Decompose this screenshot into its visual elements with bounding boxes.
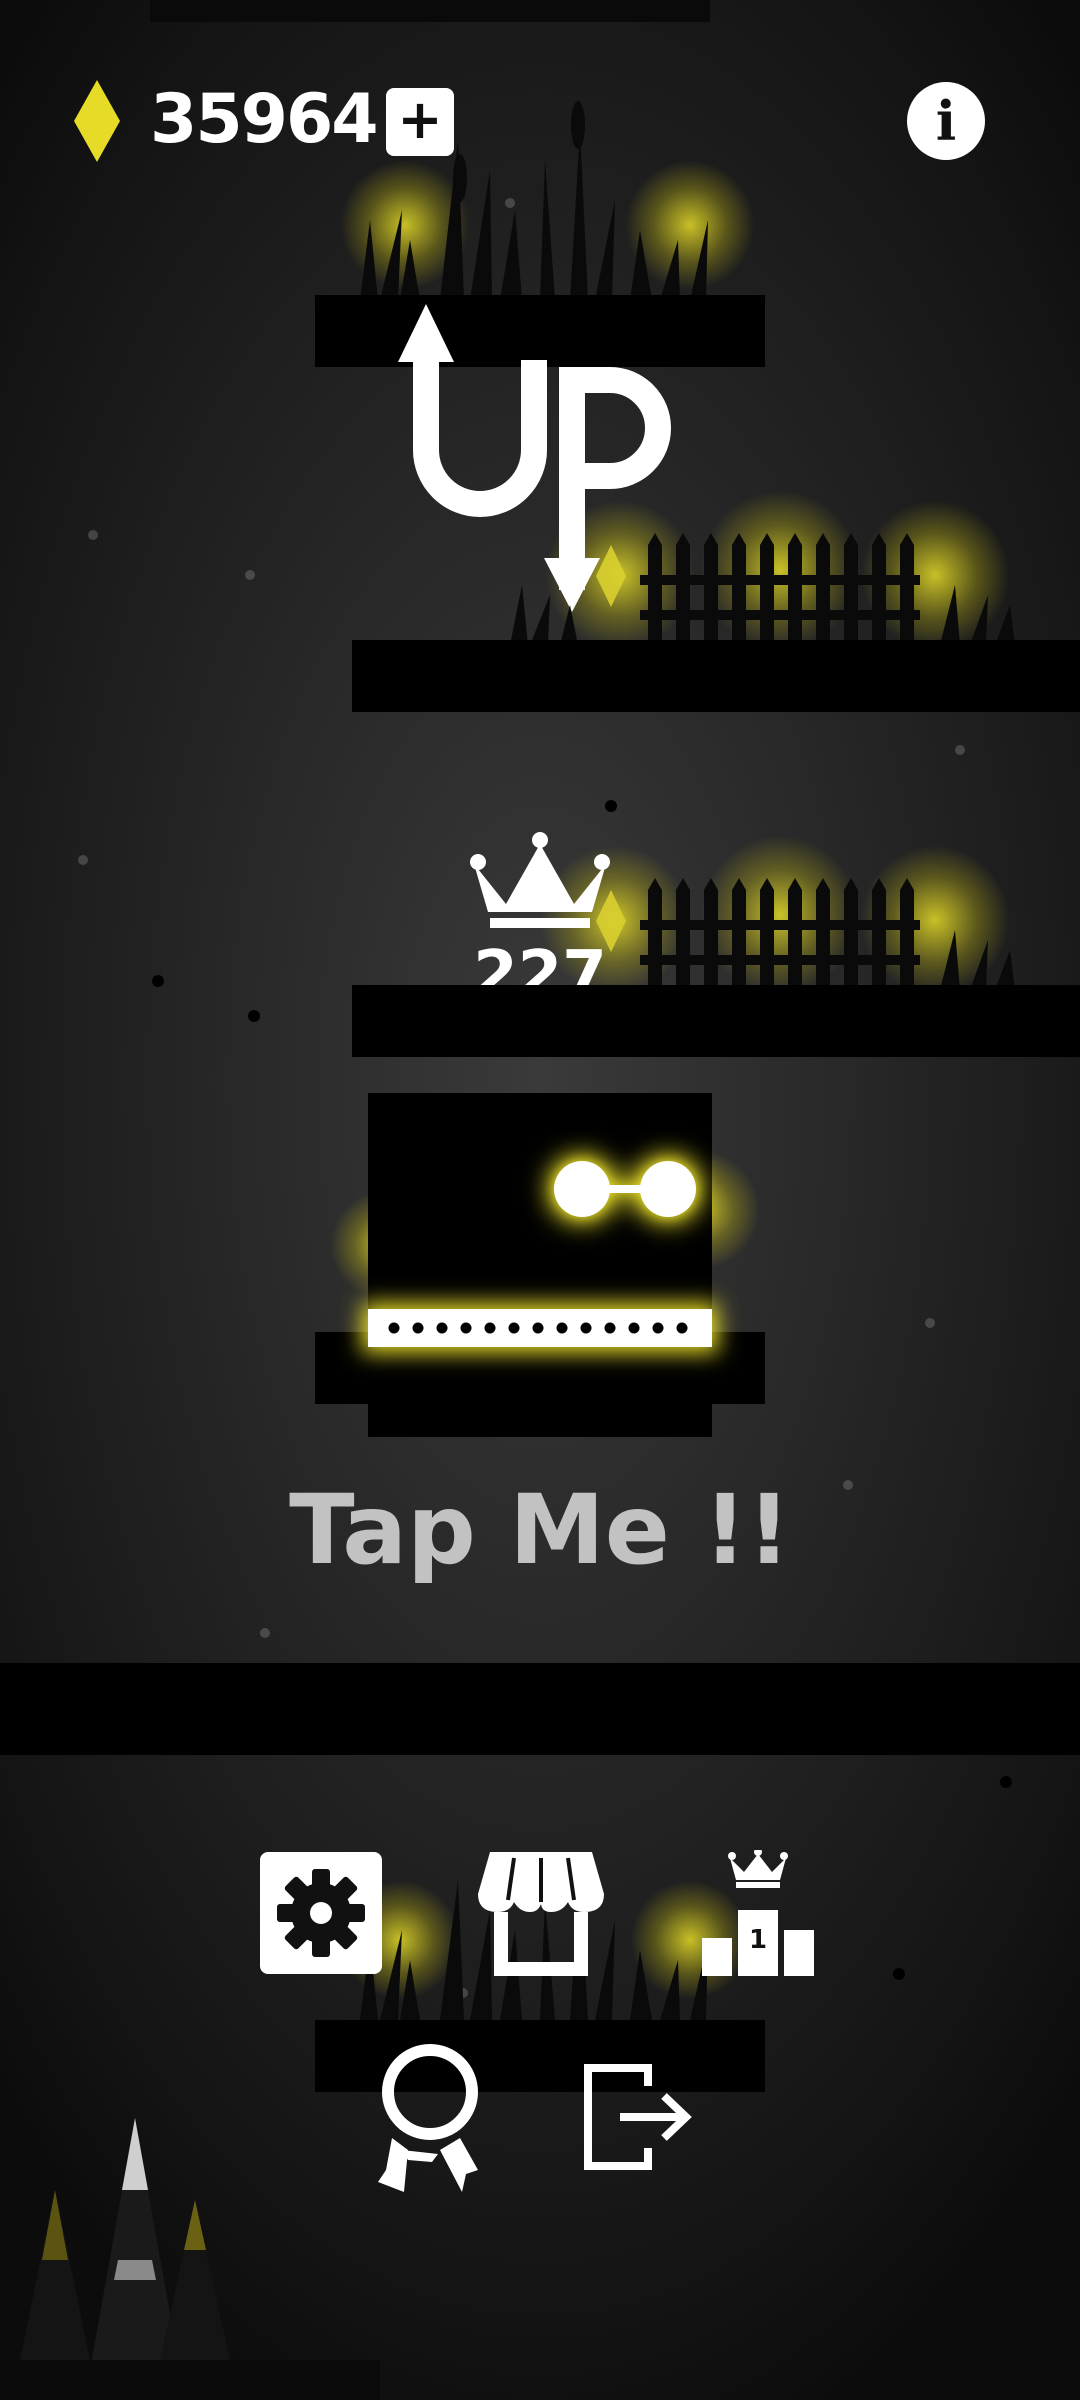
game-screen[interactable]: 227 Tap Me !! 35964 + i 1 xyxy=(0,0,1080,2400)
top-bar xyxy=(150,0,710,22)
dust xyxy=(605,800,617,812)
tap-me-prompt[interactable]: Tap Me !! xyxy=(240,1475,840,1585)
player-character[interactable] xyxy=(368,1093,712,1437)
crown-icon xyxy=(470,832,610,928)
shop-icon xyxy=(478,1852,604,1976)
exit-button[interactable] xyxy=(584,2064,694,2170)
tree-silhouettes xyxy=(20,2118,240,2400)
player-eyes xyxy=(554,1161,696,1217)
platform xyxy=(352,640,1080,712)
dust xyxy=(893,1968,905,1980)
leaderboard-button[interactable]: 1 xyxy=(702,1848,814,1976)
ground-band xyxy=(0,1663,1080,1755)
leaderboard-icon: 1 xyxy=(702,1848,814,1976)
ribbon-badge-icon xyxy=(378,2044,478,2192)
star xyxy=(245,570,255,580)
star xyxy=(925,1318,935,1328)
add-gems-button[interactable]: + xyxy=(386,88,454,156)
eye-right xyxy=(640,1161,696,1217)
info-button[interactable]: i xyxy=(907,82,985,160)
svg-text:1: 1 xyxy=(749,1925,767,1955)
star xyxy=(88,530,98,540)
settings-button[interactable] xyxy=(260,1852,382,1974)
achievements-button[interactable] xyxy=(378,2042,484,2194)
exit-icon xyxy=(584,2064,692,2170)
dust xyxy=(1000,1776,1012,1788)
player-mouth xyxy=(368,1309,712,1347)
dust xyxy=(152,975,164,987)
fence-silhouette xyxy=(510,533,1015,645)
platform xyxy=(352,985,1080,1057)
star xyxy=(843,1480,853,1490)
gem-count: 35964 xyxy=(150,80,379,159)
star xyxy=(955,745,965,755)
gear-icon xyxy=(277,1869,365,1957)
shop-button[interactable] xyxy=(476,1850,606,1976)
star xyxy=(78,855,88,865)
dust xyxy=(248,1010,260,1022)
mouth-dots xyxy=(388,1322,688,1334)
ground-edge xyxy=(0,2360,380,2400)
star xyxy=(260,1628,270,1638)
gem-icon xyxy=(74,80,120,162)
